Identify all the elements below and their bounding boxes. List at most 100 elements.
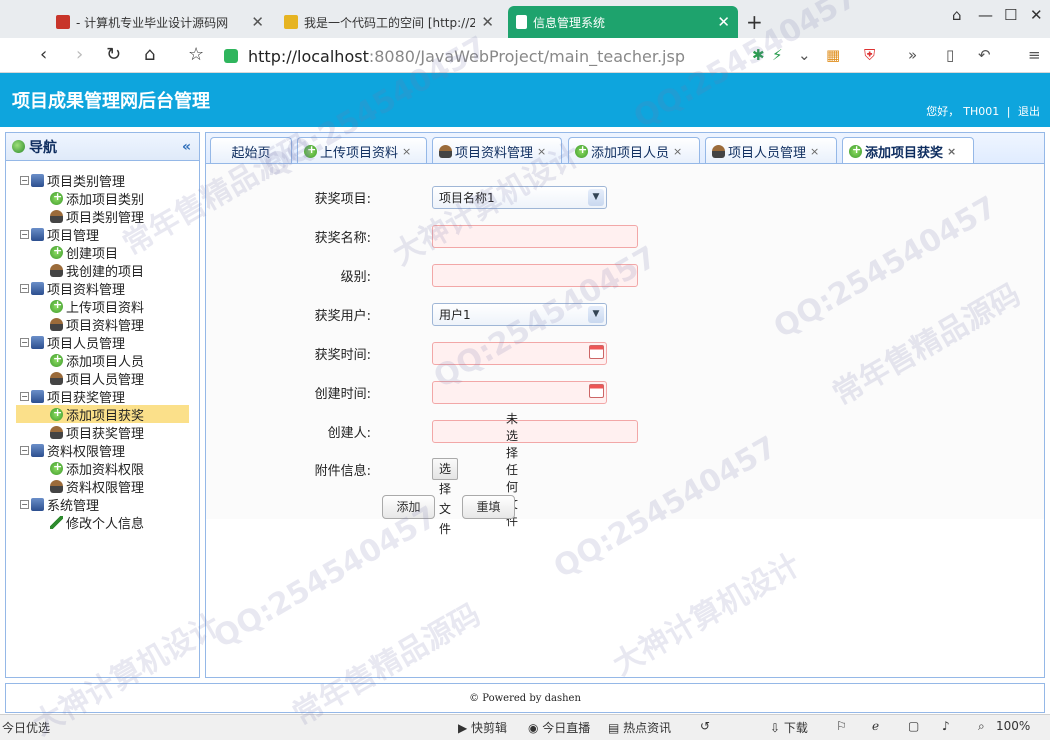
reset-button[interactable]: 重填 bbox=[462, 495, 515, 519]
tab-member-manage[interactable]: 项目人员管理 × bbox=[705, 137, 837, 164]
tab-add-member[interactable]: 添加项目人员 × bbox=[568, 137, 700, 164]
sound-icon[interactable]: ♪ bbox=[942, 719, 950, 733]
collapse-toggle-icon[interactable]: − bbox=[20, 499, 29, 509]
user-area: 您好， TH001 | 退出 bbox=[922, 103, 1040, 119]
zoom-level[interactable]: 100% bbox=[996, 719, 1030, 733]
nav-item[interactable]: 项目类别管理 bbox=[6, 207, 199, 226]
nav-item-label: 项目资料管理 bbox=[66, 318, 145, 334]
tab-add-award[interactable]: 添加项目获奖 × bbox=[842, 137, 974, 165]
nav-group[interactable]: − 资料权限管理 bbox=[6, 441, 199, 460]
tablet-icon[interactable]: ▯ bbox=[946, 46, 954, 64]
add-button[interactable]: 添加 bbox=[382, 495, 435, 519]
star-icon[interactable]: ☆ bbox=[188, 44, 204, 65]
collapse-icon[interactable]: « bbox=[182, 139, 191, 155]
level-input[interactable] bbox=[432, 263, 638, 287]
url-field[interactable]: http://localhost:8080/JavaWebProject/mai… bbox=[224, 42, 920, 70]
status-item-live[interactable]: ◉ 今日直播 bbox=[528, 719, 590, 736]
nav-group[interactable]: − 项目人员管理 bbox=[6, 333, 199, 352]
tab-label: 添加项目获奖 bbox=[865, 146, 944, 161]
menu-icon[interactable]: ≡ bbox=[1028, 46, 1041, 64]
browser-tab-3[interactable]: 信息管理系统 ✕ bbox=[508, 6, 738, 38]
back-icon[interactable]: ‹ bbox=[40, 44, 47, 65]
nav-item[interactable]: 添加资料权限 bbox=[6, 459, 199, 478]
home-icon[interactable]: ⌂ bbox=[144, 44, 155, 65]
collapse-toggle-icon[interactable]: − bbox=[20, 229, 29, 239]
close-icon[interactable]: × bbox=[810, 145, 819, 158]
award-time-input[interactable] bbox=[432, 341, 607, 365]
status-item-clip[interactable]: ▶ 快剪辑 bbox=[458, 719, 507, 736]
add-icon bbox=[50, 352, 63, 367]
close-icon[interactable]: ✕ bbox=[251, 13, 264, 31]
nav-group[interactable]: − 项目资料管理 bbox=[6, 279, 199, 298]
reload-icon[interactable]: ↻ bbox=[106, 44, 121, 65]
award-user-select[interactable]: 用户1 ▼ bbox=[432, 302, 607, 326]
forward-icon[interactable]: › bbox=[76, 44, 83, 65]
flag-icon[interactable]: ⚐ bbox=[836, 719, 847, 733]
project-select[interactable]: 项目名称1 ▼ bbox=[432, 185, 607, 209]
nav-item-label: 项目获奖管理 bbox=[66, 426, 145, 442]
close-icon[interactable]: × bbox=[673, 145, 682, 158]
award-name-input[interactable] bbox=[432, 224, 638, 248]
computer-icon bbox=[31, 173, 44, 187]
zoom-icon[interactable]: ⌕ bbox=[978, 719, 985, 734]
tab-upload-material[interactable]: 上传项目资料 × bbox=[297, 137, 427, 164]
nav-item[interactable]: 添加项目获奖 bbox=[16, 405, 189, 424]
nav-group[interactable]: − 项目管理 bbox=[6, 225, 199, 244]
new-tab-button[interactable]: + bbox=[746, 10, 763, 34]
nav-item[interactable]: 添加项目人员 bbox=[6, 351, 199, 370]
nav-item[interactable]: 上传项目资料 bbox=[6, 297, 199, 316]
undo-icon[interactable]: ↶ bbox=[978, 46, 991, 64]
nav-item[interactable]: 项目获奖管理 bbox=[6, 423, 199, 442]
calendar-icon[interactable] bbox=[589, 384, 604, 398]
more-icon[interactable]: » bbox=[908, 46, 917, 64]
collapse-toggle-icon[interactable]: − bbox=[20, 175, 29, 185]
choose-file-button[interactable]: 选择文件 bbox=[432, 458, 459, 536]
nav-item[interactable]: 项目资料管理 bbox=[6, 315, 199, 334]
logout-link[interactable]: 退出 bbox=[1018, 105, 1040, 118]
skin-icon[interactable]: ⌂ bbox=[952, 6, 962, 24]
browser-tab-2[interactable]: 我是一个代码工的空间 [http://2 ✕ bbox=[276, 6, 502, 38]
nav-group[interactable]: − 项目类别管理 bbox=[6, 171, 199, 190]
nav-item-label: 上传项目资料 bbox=[66, 300, 145, 316]
nav-item[interactable]: 项目人员管理 bbox=[6, 369, 199, 388]
lightning-icon[interactable]: ⚡ bbox=[772, 46, 783, 64]
collapse-toggle-icon[interactable]: − bbox=[20, 445, 29, 455]
nav-group[interactable]: − 系统管理 bbox=[6, 495, 199, 514]
username: TH001 bbox=[963, 105, 1000, 118]
collapse-toggle-icon[interactable]: − bbox=[20, 337, 29, 347]
add-icon bbox=[304, 143, 317, 158]
status-left[interactable]: 今日优选 bbox=[2, 719, 50, 736]
close-window-button[interactable]: ✕ bbox=[1030, 6, 1043, 24]
nav-item[interactable]: 我创建的项目 bbox=[6, 261, 199, 280]
maximize-button[interactable]: ☐ bbox=[1004, 6, 1017, 24]
close-icon[interactable]: × bbox=[537, 145, 546, 158]
apps-icon[interactable]: ▦ bbox=[826, 46, 840, 64]
tab-material-manage[interactable]: 项目资料管理 × bbox=[432, 137, 562, 164]
collapse-toggle-icon[interactable]: − bbox=[20, 391, 29, 401]
window-icon[interactable]: ▢ bbox=[908, 719, 919, 733]
create-time-input[interactable] bbox=[432, 380, 607, 404]
nav-item[interactable]: 添加项目类别 bbox=[6, 189, 199, 208]
status-item-download[interactable]: ⇩ 下载 bbox=[770, 719, 808, 736]
close-icon[interactable]: × bbox=[947, 145, 956, 158]
browser-tab-1[interactable]: - 计算机专业毕业设计源码网 ✕ bbox=[48, 6, 272, 38]
nav-item[interactable]: 资料权限管理 bbox=[6, 477, 199, 496]
content-panel: 获奖项目: 项目名称1 ▼ 获奖名称: 级别: 获奖用户: 用户1 ▼ 获奖时间… bbox=[205, 163, 1045, 678]
tab-start[interactable]: 起始页 bbox=[210, 137, 292, 164]
calendar-icon[interactable] bbox=[589, 345, 604, 359]
collapse-toggle-icon[interactable]: − bbox=[20, 283, 29, 293]
nav-group[interactable]: − 项目获奖管理 bbox=[6, 387, 199, 406]
close-icon[interactable]: ✕ bbox=[717, 13, 730, 31]
close-icon[interactable]: × bbox=[402, 145, 411, 158]
extension-icon[interactable]: ✱ bbox=[752, 46, 765, 64]
creator-input[interactable] bbox=[432, 419, 638, 443]
status-item-news[interactable]: ▤ 热点资讯 bbox=[608, 719, 671, 736]
nav-item[interactable]: 修改个人信息 bbox=[6, 513, 199, 532]
ie-icon[interactable]: ℯ bbox=[872, 719, 879, 733]
close-icon[interactable]: ✕ bbox=[481, 13, 494, 31]
chevron-down-icon[interactable]: ⌄ bbox=[798, 46, 811, 64]
nav-item[interactable]: 创建项目 bbox=[6, 243, 199, 262]
browser-tab-title: 信息管理系统 bbox=[533, 15, 606, 30]
minimize-button[interactable]: — bbox=[978, 6, 993, 24]
shield-icon[interactable]: ⛨ bbox=[864, 46, 875, 64]
